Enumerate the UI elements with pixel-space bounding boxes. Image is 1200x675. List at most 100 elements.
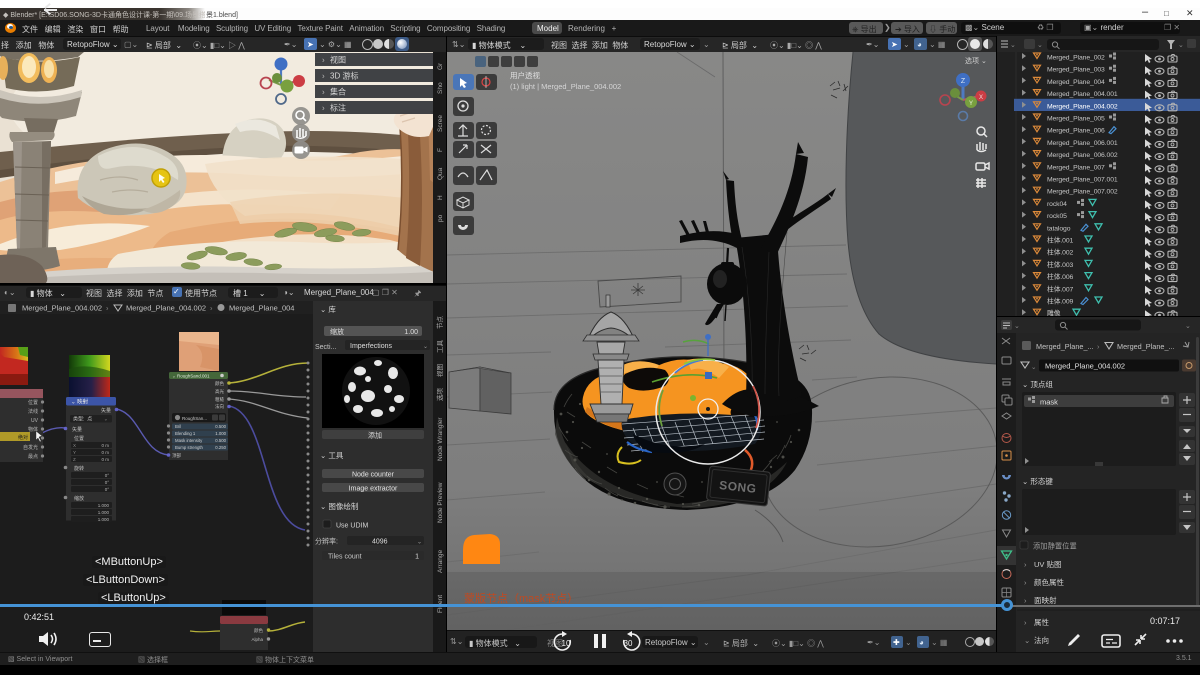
svg-text:Blending 1: Blending 1 bbox=[175, 431, 196, 436]
svg-text:法线: 法线 bbox=[28, 408, 38, 415]
svg-text:集合: 集合 bbox=[330, 87, 346, 97]
svg-text:选项: 选项 bbox=[435, 388, 444, 402]
svg-text:⌄ 库: ⌄ 库 bbox=[320, 304, 336, 314]
svg-text:Merged_Plane_...: Merged_Plane_... bbox=[1036, 342, 1094, 351]
svg-text:4096: 4096 bbox=[372, 539, 388, 546]
svg-text:粗糙: 粗糙 bbox=[215, 396, 224, 403]
svg-text:›: › bbox=[1024, 578, 1027, 587]
svg-text:⌄: ⌄ bbox=[1037, 42, 1043, 49]
svg-text:Merged_Plane_004.002: Merged_Plane_004.002 bbox=[22, 304, 102, 313]
svg-text:X: X bbox=[979, 95, 983, 101]
svg-text:法向: 法向 bbox=[215, 403, 224, 410]
svg-text:Merged_Plane_007.001: Merged_Plane_007.001 bbox=[1047, 177, 1118, 184]
svg-text:1.000: 1.000 bbox=[215, 431, 226, 436]
svg-text:›: › bbox=[1097, 342, 1100, 351]
svg-text:Merged_Plane_007.002: Merged_Plane_007.002 bbox=[1047, 189, 1118, 196]
svg-text:⌄: ⌄ bbox=[417, 540, 422, 546]
svg-text:面映射: 面映射 bbox=[1034, 595, 1057, 605]
svg-text:Image extractor: Image extractor bbox=[349, 486, 398, 493]
svg-text:tatalogo: tatalogo bbox=[1047, 225, 1071, 232]
svg-text:Bump strength: Bump strength bbox=[175, 445, 204, 450]
svg-text:添加: 添加 bbox=[368, 431, 382, 440]
svg-text:⌄ 工具: ⌄ 工具 bbox=[320, 451, 344, 460]
svg-text:30: 30 bbox=[624, 639, 633, 648]
svg-text:Merged_Plane_002: Merged_Plane_002 bbox=[1047, 55, 1105, 62]
svg-text:属性: 属性 bbox=[1034, 617, 1050, 627]
svg-text:工具: 工具 bbox=[436, 340, 444, 354]
svg-text:›: › bbox=[322, 104, 325, 113]
svg-text:RoughSan...: RoughSan... bbox=[182, 416, 207, 421]
svg-text:1: 1 bbox=[415, 554, 419, 561]
svg-text:顶部: 顶部 bbox=[172, 452, 181, 459]
svg-text:Node Wrangler: Node Wrangler bbox=[437, 417, 444, 461]
svg-text:Merged_Plane_003: Merged_Plane_003 bbox=[1047, 67, 1105, 74]
svg-text:⌄ 形态键: ⌄ 形态键 bbox=[1022, 476, 1053, 486]
svg-text:⌄: ⌄ bbox=[1178, 42, 1184, 49]
svg-text:柱体.007: 柱体.007 bbox=[1047, 284, 1074, 293]
svg-text:Merged_Plane_006: Merged_Plane_006 bbox=[1047, 128, 1105, 135]
svg-text:Merged_Plane_006.001: Merged_Plane_006.001 bbox=[1047, 140, 1118, 147]
svg-text:缩放: 缩放 bbox=[74, 495, 84, 502]
svg-text:F: F bbox=[437, 148, 444, 152]
svg-text:0°: 0° bbox=[105, 487, 110, 492]
svg-text:1.000: 1.000 bbox=[98, 510, 110, 515]
svg-text:›: › bbox=[322, 72, 325, 81]
svg-text:Merged_Plane_005: Merged_Plane_005 bbox=[1047, 116, 1105, 123]
svg-text:高光: 高光 bbox=[215, 388, 224, 395]
svg-text:⌄ 映射: ⌄ 映射 bbox=[71, 398, 89, 406]
svg-text:柱体.003: 柱体.003 bbox=[1047, 260, 1074, 269]
svg-text:Mask intensity: Mask intensity bbox=[175, 438, 203, 443]
svg-text:0.500: 0.500 bbox=[215, 424, 226, 429]
svg-text:分辨率:: 分辨率: bbox=[315, 537, 338, 546]
svg-text:视图: 视图 bbox=[435, 364, 444, 377]
svg-text:Alpha: Alpha bbox=[251, 637, 263, 642]
svg-text:Y: Y bbox=[73, 450, 76, 455]
svg-text:Scree: Scree bbox=[437, 115, 444, 132]
svg-text:1.000: 1.000 bbox=[98, 517, 110, 522]
svg-text:Merged_Plane_004.002: Merged_Plane_004.002 bbox=[1047, 103, 1118, 110]
svg-text:›: › bbox=[1024, 618, 1027, 627]
svg-text:1.000: 1.000 bbox=[98, 503, 110, 508]
svg-text:⌄: ⌄ bbox=[1024, 636, 1030, 645]
svg-text:Gr: Gr bbox=[437, 62, 444, 70]
svg-text:缩放: 缩放 bbox=[330, 327, 344, 336]
svg-text:po: po bbox=[437, 214, 444, 222]
svg-text:10: 10 bbox=[562, 639, 571, 648]
svg-text:Merged_Plane_007: Merged_Plane_007 bbox=[1047, 164, 1105, 171]
svg-text:Merged_Plane_004.001: Merged_Plane_004.001 bbox=[1047, 91, 1118, 98]
svg-text:柱体.009: 柱体.009 bbox=[1047, 297, 1074, 306]
svg-text:⌄: ⌄ bbox=[423, 344, 428, 350]
svg-text:0°: 0° bbox=[105, 480, 110, 485]
svg-text:位置: 位置 bbox=[28, 399, 38, 406]
svg-text:Tiles count: Tiles count bbox=[328, 554, 362, 561]
svg-text:位置: 位置 bbox=[74, 435, 84, 442]
svg-text:Bril: Bril bbox=[175, 424, 181, 429]
svg-text:UV 贴图: UV 贴图 bbox=[1034, 559, 1062, 569]
svg-text:›: › bbox=[322, 88, 325, 97]
svg-text:Use UDIM: Use UDIM bbox=[336, 523, 368, 530]
svg-text:Sho: Sho bbox=[437, 82, 444, 94]
svg-text:绝对: 绝对 bbox=[18, 434, 28, 441]
svg-text:柱体.006: 柱体.006 bbox=[1047, 272, 1074, 281]
svg-text:矢量: 矢量 bbox=[72, 426, 82, 433]
svg-text:⌄: ⌄ bbox=[1014, 323, 1020, 330]
svg-text:X: X bbox=[73, 443, 76, 448]
svg-text:Merged_Plane_004: Merged_Plane_004 bbox=[229, 304, 294, 313]
svg-text:0.250: 0.250 bbox=[215, 445, 226, 450]
svg-text:rock05: rock05 bbox=[1047, 213, 1067, 220]
svg-text:⌄ 图像绘制: ⌄ 图像绘制 bbox=[320, 501, 358, 511]
svg-text:颜色: 颜色 bbox=[254, 627, 263, 634]
svg-text:⌄: ⌄ bbox=[104, 417, 108, 423]
svg-text:⌄: ⌄ bbox=[1010, 42, 1016, 49]
svg-text:Imperfections: Imperfections bbox=[350, 343, 393, 350]
svg-text:0 m: 0 m bbox=[101, 443, 109, 448]
svg-text:矢量: 矢量 bbox=[101, 407, 111, 414]
svg-text:标注: 标注 bbox=[330, 103, 346, 113]
svg-text:自发光: 自发光 bbox=[23, 444, 38, 451]
svg-text:0.500: 0.500 bbox=[215, 438, 226, 443]
svg-text:Merged_Plane_004.002: Merged_Plane_004.002 bbox=[1045, 362, 1125, 371]
svg-text:Arrange: Arrange bbox=[437, 549, 444, 573]
svg-text:0°: 0° bbox=[105, 473, 110, 478]
svg-text:Z: Z bbox=[961, 78, 966, 85]
svg-text:颜色: 颜色 bbox=[215, 380, 224, 387]
